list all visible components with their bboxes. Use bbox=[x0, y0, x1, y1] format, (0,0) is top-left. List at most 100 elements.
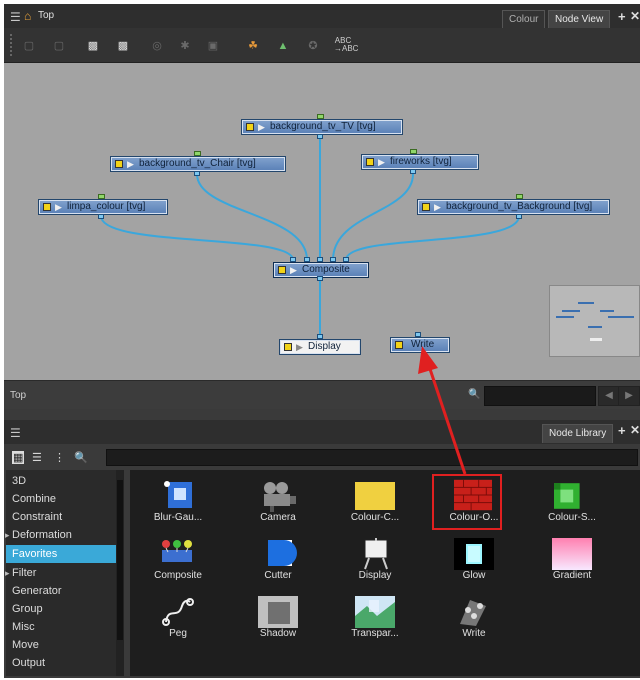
node-enable-icon[interactable] bbox=[278, 266, 286, 274]
node-write[interactable]: Write bbox=[390, 337, 450, 353]
node-top-port[interactable] bbox=[317, 114, 324, 119]
category-list: 3D Combine Constraint Deformation Favori… bbox=[5, 470, 124, 676]
library-search-input[interactable] bbox=[106, 449, 638, 466]
add-module-icon[interactable]: ▩ bbox=[114, 39, 132, 53]
node-output-port[interactable] bbox=[516, 214, 522, 219]
ungroup-icon[interactable]: ✱ bbox=[176, 39, 194, 53]
peg-tool-icon[interactable]: ☘ bbox=[244, 39, 262, 53]
node-output-port[interactable] bbox=[317, 134, 323, 139]
library-item-write[interactable]: Write bbox=[426, 590, 522, 645]
list-view-icon[interactable]: ☰ bbox=[32, 451, 42, 464]
library-item-cutter[interactable]: Cutter bbox=[230, 532, 326, 587]
tab-node-library[interactable]: Node Library bbox=[542, 424, 614, 443]
category-group[interactable]: Group bbox=[6, 600, 116, 618]
play-icon: ▶ bbox=[378, 157, 385, 167]
camera-icon bbox=[264, 482, 296, 512]
home-icon[interactable]: ⌂ bbox=[24, 9, 31, 23]
panel-menu-icon[interactable]: ☰ bbox=[10, 426, 21, 440]
category-generator[interactable]: Generator bbox=[6, 582, 116, 600]
node-limpa-colour[interactable]: ▶ limpa_colour [tvg] bbox=[38, 199, 168, 215]
add-panel-icon[interactable]: + bbox=[618, 9, 626, 24]
node-enable-icon[interactable] bbox=[284, 343, 292, 351]
category-output[interactable]: Output bbox=[6, 654, 116, 672]
library-item-colour-card[interactable]: Colour-C... bbox=[327, 474, 423, 529]
node-enable-icon[interactable] bbox=[395, 341, 403, 349]
scrollbar-thumb[interactable] bbox=[117, 480, 123, 640]
thumbnail-view-icon[interactable]: ▦ bbox=[12, 451, 25, 464]
node-background-tv-chair[interactable]: ▶ background_tv_Chair [tvg] bbox=[110, 156, 286, 172]
node-library-toolbar: ▦ ☰ ⋮ 🔍 bbox=[4, 444, 640, 468]
toolbar-grip[interactable] bbox=[10, 34, 16, 56]
category-move[interactable]: Move bbox=[6, 636, 116, 654]
item-label: Composite bbox=[154, 570, 202, 581]
node-top-port[interactable] bbox=[98, 194, 105, 199]
group-icon[interactable]: ◎ bbox=[148, 39, 166, 53]
category-scrollbar[interactable] bbox=[116, 470, 124, 676]
category-3d[interactable]: 3D bbox=[6, 472, 116, 490]
node-view-toolbar: ▢ ▢ ▩ ▩ ◎ ✱ ▣ ☘ ▲ ✪ ABC →ABC bbox=[4, 28, 640, 63]
category-deformation[interactable]: Deformation bbox=[5, 526, 116, 544]
search-icon[interactable]: 🔍 bbox=[74, 451, 88, 464]
library-item-peg[interactable]: Peg bbox=[130, 590, 226, 645]
node-background-tv-background[interactable]: ▶ background_tv_Background [tvg] bbox=[417, 199, 610, 215]
node-output-port[interactable] bbox=[98, 214, 104, 219]
node-enable-icon[interactable] bbox=[246, 123, 254, 131]
node-display[interactable]: ▶ Display bbox=[279, 339, 361, 355]
rename-icon[interactable]: ABC →ABC bbox=[334, 37, 358, 53]
search-icon[interactable]: 🔍 bbox=[468, 389, 480, 400]
category-constraint[interactable]: Constraint bbox=[6, 508, 116, 526]
node-enable-icon[interactable] bbox=[43, 203, 51, 211]
add-panel-icon[interactable]: + bbox=[618, 423, 626, 438]
disable-node-icon[interactable]: ▢ bbox=[50, 39, 68, 53]
highlight-box bbox=[432, 474, 502, 530]
camera-tool-icon[interactable]: ▲ bbox=[274, 39, 292, 53]
tree-view-icon[interactable]: ⋮ bbox=[54, 451, 65, 464]
add-node-icon[interactable]: ▩ bbox=[84, 39, 102, 53]
node-enable-icon[interactable] bbox=[115, 160, 123, 168]
library-item-shadow[interactable]: Shadow bbox=[230, 590, 326, 645]
node-output-port[interactable] bbox=[317, 276, 323, 281]
node-fireworks[interactable]: ▶ fireworks [tvg] bbox=[361, 154, 479, 170]
library-item-blur-gaussian[interactable]: Blur-Gau... bbox=[130, 474, 226, 529]
node-enable-icon[interactable] bbox=[366, 158, 374, 166]
library-item-gradient[interactable]: Gradient bbox=[524, 532, 620, 587]
node-top-port[interactable] bbox=[410, 149, 417, 154]
effect-tool-icon[interactable]: ✪ bbox=[304, 39, 322, 53]
close-icon[interactable]: ✕ bbox=[630, 9, 640, 23]
node-view-canvas[interactable]: ▶ background_tv_TV [tvg] ▶ background_tv… bbox=[4, 63, 640, 380]
category-combine[interactable]: Combine bbox=[6, 490, 116, 508]
category-misc[interactable]: Misc bbox=[6, 618, 116, 636]
close-icon[interactable]: ✕ bbox=[630, 423, 640, 437]
node-library-grid: Blur-Gau... Camera Colour-C... Colour-O.… bbox=[130, 470, 640, 676]
category-filter[interactable]: Filter bbox=[5, 564, 116, 582]
colour-scale-icon bbox=[554, 483, 580, 509]
item-label: Colour-C... bbox=[350, 512, 400, 523]
node-output-port[interactable] bbox=[194, 171, 200, 176]
tab-node-view[interactable]: Node View bbox=[548, 10, 611, 29]
prev-result-button[interactable]: ◀ bbox=[598, 386, 620, 406]
node-search-input[interactable] bbox=[484, 386, 596, 406]
library-item-camera[interactable]: Camera bbox=[230, 474, 326, 529]
library-item-transparency[interactable]: Transpar... bbox=[327, 590, 423, 645]
next-result-button[interactable]: ▶ bbox=[618, 386, 640, 406]
enable-node-icon[interactable]: ▢ bbox=[20, 39, 38, 53]
library-item-display[interactable]: Display bbox=[327, 532, 423, 587]
library-item-glow[interactable]: Glow bbox=[426, 532, 522, 587]
library-item-colour-scale[interactable]: Colour-S... bbox=[524, 474, 620, 529]
connection-lines bbox=[100, 137, 520, 337]
panel-menu-icon[interactable]: ☰ bbox=[10, 10, 21, 24]
node-background-tv-tv[interactable]: ▶ background_tv_TV [tvg] bbox=[241, 119, 403, 135]
harmony-window: ☰ ⌂ Top Colour Node View + ✕ ▢ ▢ ▩ ▩ ◎ ✱… bbox=[4, 4, 640, 678]
frame-icon[interactable]: ▣ bbox=[204, 39, 222, 53]
node-top-port[interactable] bbox=[516, 194, 523, 199]
node-output-port[interactable] bbox=[410, 169, 416, 174]
tab-colour[interactable]: Colour bbox=[502, 10, 546, 29]
node-enable-icon[interactable] bbox=[422, 203, 430, 211]
blur-gaussian-icon bbox=[164, 481, 192, 508]
breadcrumb[interactable]: Top bbox=[38, 10, 54, 21]
library-item-composite[interactable]: Composite bbox=[130, 532, 226, 587]
node-top-port[interactable] bbox=[194, 151, 201, 156]
gradient-icon bbox=[552, 538, 592, 570]
navigator-minimap[interactable] bbox=[549, 285, 640, 357]
category-favorites[interactable]: Favorites bbox=[6, 545, 116, 563]
